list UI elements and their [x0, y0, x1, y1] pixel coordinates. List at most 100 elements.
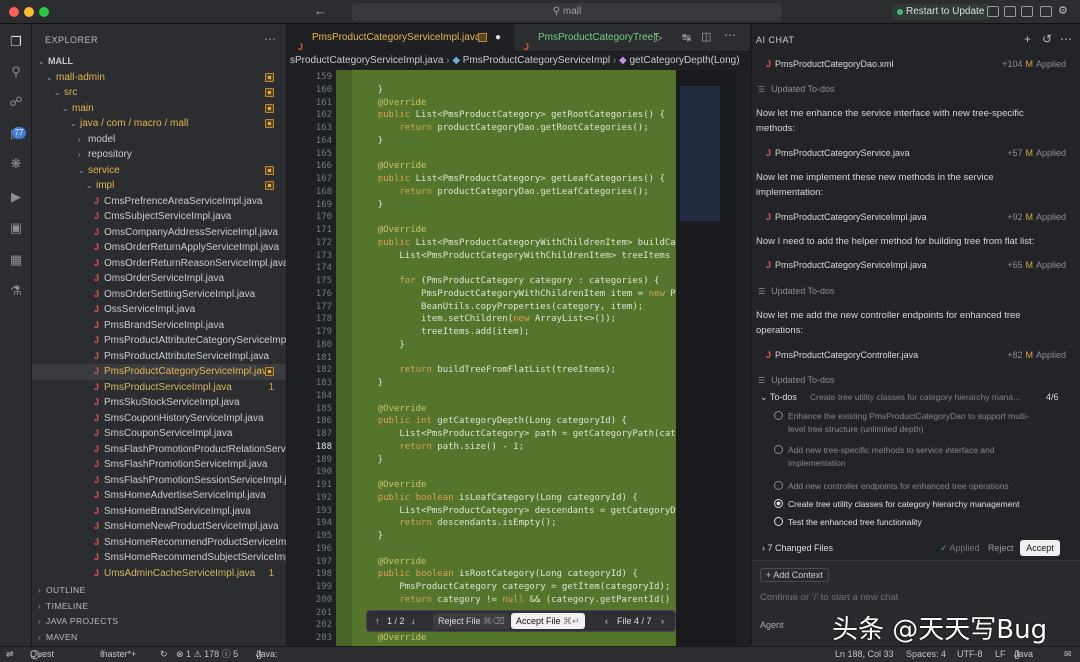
- file-tree-file[interactable]: J PmsProductServiceImpl.java 1: [32, 380, 286, 396]
- accept-all-button[interactable]: Accept: [1020, 540, 1060, 556]
- command-search-bar[interactable]: ⚲ mall: [352, 3, 782, 21]
- indentation[interactable]: Spaces: 4: [906, 647, 946, 662]
- file-tree-folder[interactable]: ⌄ main: [32, 101, 286, 117]
- accept-file-button[interactable]: Accept File ⌘↵: [511, 613, 585, 629]
- line-ending[interactable]: LF: [995, 647, 1006, 662]
- new-chat-icon[interactable]: +: [1024, 32, 1031, 46]
- file-tree-file[interactable]: J SmsFlashPromotionServiceImpl.java: [32, 457, 286, 473]
- cursor-position[interactable]: Ln 188, Col 33: [835, 647, 894, 662]
- maven-section[interactable]: › MAVEN: [32, 630, 78, 645]
- file-tree-file[interactable]: J SmsHomeRecommendSubjectServiceImpl.j...: [32, 550, 286, 566]
- breadcrumb-file[interactable]: sProductCategoryServiceImpl.java: [290, 55, 443, 66]
- reject-file-button[interactable]: Reject File ⌘⌫: [433, 613, 510, 629]
- changed-files-toggle[interactable]: › 7 Changed Files: [762, 543, 833, 553]
- file-tree-file[interactable]: J CmsPrefrenceAreaServiceImpl.java: [32, 194, 286, 210]
- chat-file-change[interactable]: J PmsProductCategoryDao.xml +104 M Applied: [766, 57, 1066, 71]
- prev-change-icon[interactable]: ↑: [375, 611, 380, 631]
- reject-all-button[interactable]: Reject: [988, 543, 1014, 553]
- file-tree-file[interactable]: J OmsOrderReturnReasonServiceImpl.java: [32, 256, 286, 272]
- problems-indicator[interactable]: ⊗ 1 ⚠ 178 ⓘ 5: [176, 647, 238, 662]
- java-projects-section[interactable]: › JAVA PROJECTS: [32, 614, 118, 629]
- agent-mode-selector[interactable]: Agent: [760, 620, 784, 630]
- file-tree-file[interactable]: J SmsFlashPromotionProductRelationService…: [32, 442, 286, 458]
- file-tree-file[interactable]: J SmsCouponServiceImpl.java: [32, 426, 286, 442]
- chat-file-change[interactable]: J PmsProductCategoryService.java +57 M Appli…: [766, 146, 1066, 160]
- test-flask-icon[interactable]: ⚗: [8, 283, 24, 299]
- prev-file-icon[interactable]: ‹: [605, 611, 608, 631]
- next-file-icon[interactable]: ›: [661, 611, 664, 631]
- source-control-icon[interactable]: ☍: [8, 94, 24, 110]
- editor-more-icon[interactable]: ⋯: [724, 28, 736, 42]
- debug-icon[interactable]: ▶: [8, 189, 24, 205]
- file-tree-folder[interactable]: ⌄ java / com / macro / mall: [32, 116, 286, 132]
- remote-icon[interactable]: ▣: [8, 220, 24, 236]
- todos-toggle[interactable]: ⌄ To-dos: [760, 392, 797, 403]
- settings-gear-icon[interactable]: ⚙: [1058, 4, 1068, 17]
- file-tree-file[interactable]: J OmsOrderServiceImpl.java: [32, 271, 286, 287]
- file-tree-file[interactable]: J PmsBrandServiceImpl.java: [32, 318, 286, 334]
- file-tree-folder[interactable]: ⌄ mall-admin: [32, 70, 286, 86]
- notifications-icon[interactable]: ✉: [1064, 647, 1072, 662]
- file-tree-file[interactable]: J SmsHomeNewProductServiceImpl.java: [32, 519, 286, 535]
- back-arrow-icon[interactable]: ←: [314, 4, 327, 18]
- file-tree-folder[interactable]: › model: [32, 132, 286, 148]
- more-actions-icon[interactable]: ⋯: [264, 32, 276, 46]
- file-tree-file[interactable]: J OmsOrderReturnApplyServiceImpl.java: [32, 240, 286, 256]
- file-tree-file[interactable]: J PmsProductAttributeCategoryServiceImpl.…: [32, 333, 286, 349]
- timeline-section[interactable]: › TIMELINE: [32, 599, 88, 614]
- file-tree-folder[interactable]: ⌄ impl: [32, 178, 286, 194]
- files-icon[interactable]: ❐: [8, 34, 24, 50]
- file-tree-file[interactable]: J SmsCouponHistoryServiceImpl.java: [32, 411, 286, 427]
- extensions-grid-icon[interactable]: ▦: [8, 252, 24, 268]
- layout-fullscreen-icon[interactable]: [1040, 6, 1052, 17]
- chat-input[interactable]: Continue or '/' to start a new chat: [760, 592, 898, 603]
- run-file-icon[interactable]: ▷: [654, 31, 662, 44]
- outline-section[interactable]: › OUTLINE: [32, 583, 86, 598]
- search-icon[interactable]: ⚲: [8, 64, 24, 80]
- tab-service-impl[interactable]: J PmsProductCategoryServiceImpl.java ●: [288, 24, 514, 52]
- split-editor-icon[interactable]: ◫: [701, 30, 711, 43]
- next-change-icon[interactable]: ↓: [411, 611, 416, 631]
- extensions-icon[interactable]: ❋: [8, 156, 24, 172]
- add-context-button[interactable]: + Add Context: [760, 568, 829, 582]
- minimize-window-button[interactable]: [24, 7, 34, 17]
- file-tree-folder[interactable]: ⌄ src: [32, 85, 286, 101]
- file-tree-file[interactable]: J CmsSubjectServiceImpl.java: [32, 209, 286, 225]
- layout-secondary-icon[interactable]: [1021, 6, 1033, 17]
- file-tree-folder[interactable]: ⌄ MALL: [32, 54, 286, 70]
- breadcrumb-method[interactable]: getCategoryDepth(Long): [629, 55, 739, 66]
- file-tree-file[interactable]: J SmsHomeRecommendProductServiceImpl.j...: [32, 535, 286, 551]
- editor-scrollbar[interactable]: [738, 70, 748, 646]
- chat-more-icon[interactable]: ⋯: [1060, 32, 1072, 46]
- file-tree-file[interactable]: J PmsProductAttributeServiceImpl.java: [32, 349, 286, 365]
- chat-file-change[interactable]: J PmsProductCategoryController.java +82 M Ap…: [766, 348, 1066, 362]
- file-tree-file[interactable]: J OmsCompanyAddressServiceImpl.java: [32, 225, 286, 241]
- unsaved-dot-icon[interactable]: ●: [495, 24, 501, 52]
- breadcrumb-class[interactable]: PmsProductCategoryServiceImpl: [463, 55, 610, 66]
- file-tree-file[interactable]: J OssServiceImpl.java: [32, 302, 286, 318]
- close-window-button[interactable]: [9, 7, 19, 17]
- tab-tree-test[interactable]: J PmsProductCategoryTreeT: [514, 24, 659, 52]
- file-tree-file[interactable]: J SmsFlashPromotionSessionServiceImpl.jav…: [32, 473, 286, 489]
- compare-changes-icon[interactable]: ↹: [682, 31, 691, 44]
- file-tree-file[interactable]: J SmsHomeBrandServiceImpl.java: [32, 504, 286, 520]
- file-tree-file[interactable]: J PmsSkuStockServiceImpl.java: [32, 395, 286, 411]
- file-tree-file[interactable]: J SmsHomeAdvertiseServiceImpl.java: [32, 488, 286, 504]
- file-tree-file[interactable]: J OmsOrderSettingServiceImpl.java: [32, 287, 286, 303]
- chat-file-change[interactable]: J PmsProductCategoryServiceImpl.java +65 M A…: [766, 258, 1066, 272]
- minimap-viewport[interactable]: [680, 86, 720, 221]
- history-icon[interactable]: ↺: [1042, 32, 1052, 46]
- chat-file-change[interactable]: J PmsProductCategoryServiceImpl.java +92 M A…: [766, 210, 1066, 224]
- remote-icon[interactable]: ⇌: [6, 647, 14, 662]
- sync-icon[interactable]: ↻: [160, 647, 168, 662]
- file-tree-file[interactable]: J PmsProductCategoryServiceImpl.java: [32, 364, 286, 380]
- layout-sidebar-icon[interactable]: [987, 6, 999, 17]
- zoom-window-button[interactable]: [39, 7, 49, 17]
- layout-panel-icon[interactable]: [1004, 6, 1016, 17]
- run-icon[interactable]: ▷: [8, 126, 24, 142]
- file-tree-folder[interactable]: ⌄ service: [32, 163, 286, 179]
- restart-to-update-button[interactable]: Restart to Update: [892, 4, 991, 20]
- file-tree-file[interactable]: J UmsAdminCacheServiceImpl.java 1: [32, 566, 286, 582]
- file-tree-folder[interactable]: › repository: [32, 147, 286, 163]
- encoding[interactable]: UTF-8: [957, 647, 983, 662]
